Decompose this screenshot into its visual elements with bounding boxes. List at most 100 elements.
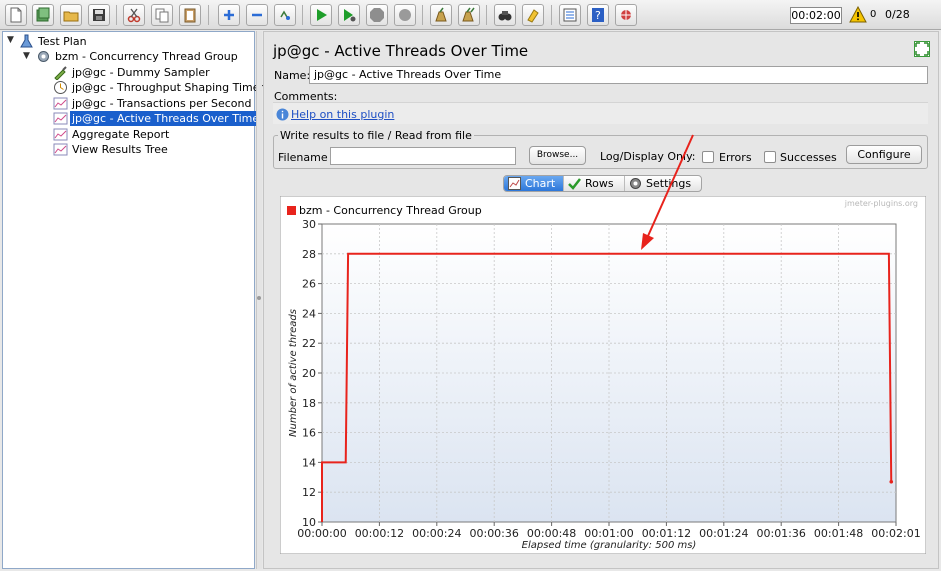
x-tick-label: 00:00:36 [469, 527, 518, 540]
svg-text:?: ? [595, 9, 601, 22]
chart-icon [508, 177, 521, 190]
info-icon [276, 108, 289, 121]
function-helper-icon[interactable] [559, 4, 581, 26]
stop-icon[interactable] [366, 4, 388, 26]
y-tick-label: 30 [302, 218, 316, 231]
error-count: 0 [870, 9, 877, 20]
data-point [889, 479, 894, 484]
tree-toggle-icon[interactable]: ▼ [7, 35, 14, 45]
y-axis-label: Number of active threads [288, 309, 299, 437]
tree-item-aggregate-report[interactable]: Aggregate Report [53, 127, 213, 142]
watermark: jmeter-plugins.org [844, 199, 918, 208]
new-icon[interactable] [5, 4, 27, 26]
gear-icon [38, 51, 49, 62]
clear-icon[interactable] [430, 4, 452, 26]
tree-item-thread-group[interactable]: bzm - Concurrency Thread Group [36, 49, 246, 64]
x-tick-label: 00:00:00 [297, 527, 346, 540]
shutdown-icon[interactable] [394, 4, 416, 26]
view-tabs: Chart Rows Settings [503, 175, 702, 192]
clear-all-icon[interactable] [458, 4, 480, 26]
tree-item-test-plan[interactable]: Test Plan [19, 34, 139, 49]
y-tick-label: 28 [302, 248, 316, 261]
legend-label: bzm - Concurrency Thread Group [299, 204, 482, 217]
tab-chart-label: Chart [525, 177, 556, 190]
splitter[interactable] [256, 31, 262, 569]
toggle-icon[interactable] [274, 4, 296, 26]
help-link[interactable]: Help on this plugin [291, 108, 394, 121]
tab-settings-label: Settings [646, 177, 692, 190]
y-tick-label: 18 [302, 397, 316, 410]
start-icon[interactable] [310, 4, 332, 26]
name-field[interactable]: jp@gc - Active Threads Over Time [309, 66, 928, 84]
templates-icon[interactable] [32, 4, 54, 26]
cut-icon[interactable] [123, 4, 145, 26]
page-title: jp@gc - Active Threads Over Time [273, 42, 529, 60]
legend-swatch [287, 206, 296, 215]
checkmark-icon [568, 178, 581, 190]
x-tick-label: 00:01:48 [814, 527, 863, 540]
tree-item-active-threads[interactable]: jp@gc - Active Threads Over Time [53, 111, 262, 126]
filename-field[interactable] [330, 147, 516, 165]
maximize-icon[interactable] [914, 41, 930, 57]
x-tick-label: 00:01:00 [584, 527, 633, 540]
configure-button[interactable]: Configure [846, 145, 922, 164]
log-display-label: Log/Display Only: [600, 150, 696, 163]
errors-checkbox[interactable] [702, 151, 714, 163]
errors-label: Errors [719, 151, 752, 164]
x-tick-label: 00:01:24 [699, 527, 748, 540]
x-tick-label: 00:01:12 [642, 527, 691, 540]
expand-icon[interactable] [218, 4, 240, 26]
elapsed-timer: 00:02:00 [790, 7, 842, 24]
reset-search-icon[interactable] [522, 4, 544, 26]
y-tick-label: 20 [302, 367, 316, 380]
graph-icon [53, 128, 68, 141]
search-icon[interactable] [494, 4, 516, 26]
active-threads-chart: jmeter-plugins.org bzm - Concurrency Thr… [280, 196, 926, 554]
tree-item-dummy-sampler[interactable]: jp@gc - Dummy Sampler [53, 65, 243, 80]
file-options-legend: Write results to file / Read from file [278, 129, 474, 142]
x-tick-label: 00:01:36 [756, 527, 805, 540]
graph-icon [53, 112, 68, 125]
tree-item-transactions-per-second[interactable]: jp@gc - Transactions per Second [53, 96, 253, 111]
open-icon[interactable] [60, 4, 82, 26]
start-no-pauses-icon[interactable] [338, 4, 360, 26]
name-label: Name: [274, 69, 311, 82]
warning-icon[interactable] [849, 6, 867, 23]
tab-settings[interactable]: Settings [624, 176, 702, 191]
collapse-icon[interactable] [246, 4, 268, 26]
tree-item-shaping-timer[interactable]: jp@gc - Throughput Shaping Timer [53, 80, 264, 95]
x-tick-label: 00:00:12 [355, 527, 404, 540]
y-tick-label: 24 [302, 307, 316, 320]
y-tick-label: 12 [302, 486, 316, 499]
tab-rows[interactable]: Rows [563, 176, 624, 191]
y-tick-label: 26 [302, 278, 316, 291]
timer-icon [54, 81, 67, 94]
active-thread-count: 0/28 [885, 8, 910, 21]
tab-chart[interactable]: Chart [504, 176, 563, 191]
filename-label: Filename [278, 151, 328, 164]
toolbar: ? 00:02:00 0 0/28 [0, 0, 941, 30]
save-icon[interactable] [88, 4, 110, 26]
browse-button[interactable]: Browse... [529, 146, 586, 165]
test-plan-tree: ▼ Test Plan ▼ bzm - Concurrency Thread G… [2, 31, 264, 569]
splitter-handle[interactable] [257, 296, 261, 300]
remote-icon[interactable] [615, 4, 637, 26]
tree-toggle-icon[interactable]: ▼ [23, 51, 30, 61]
y-tick-label: 22 [302, 337, 316, 350]
paste-icon[interactable] [179, 4, 201, 26]
help-icon[interactable]: ? [587, 4, 609, 26]
gear-icon [630, 178, 641, 189]
test-plan-icon [20, 34, 33, 48]
successes-checkbox[interactable] [764, 151, 776, 163]
tab-rows-label: Rows [585, 177, 614, 190]
graph-icon [53, 97, 68, 110]
x-tick-label: 00:00:24 [412, 527, 461, 540]
x-tick-label: 00:00:48 [527, 527, 576, 540]
x-axis-label: Elapsed time (granularity: 500 ms) [522, 540, 697, 551]
y-tick-label: 16 [302, 427, 316, 440]
copy-icon[interactable] [151, 4, 173, 26]
graph-icon [53, 143, 68, 156]
successes-label: Successes [780, 151, 837, 164]
tree-item-view-results-tree[interactable]: View Results Tree [53, 142, 213, 157]
x-tick-label: 00:02:01 [871, 527, 920, 540]
